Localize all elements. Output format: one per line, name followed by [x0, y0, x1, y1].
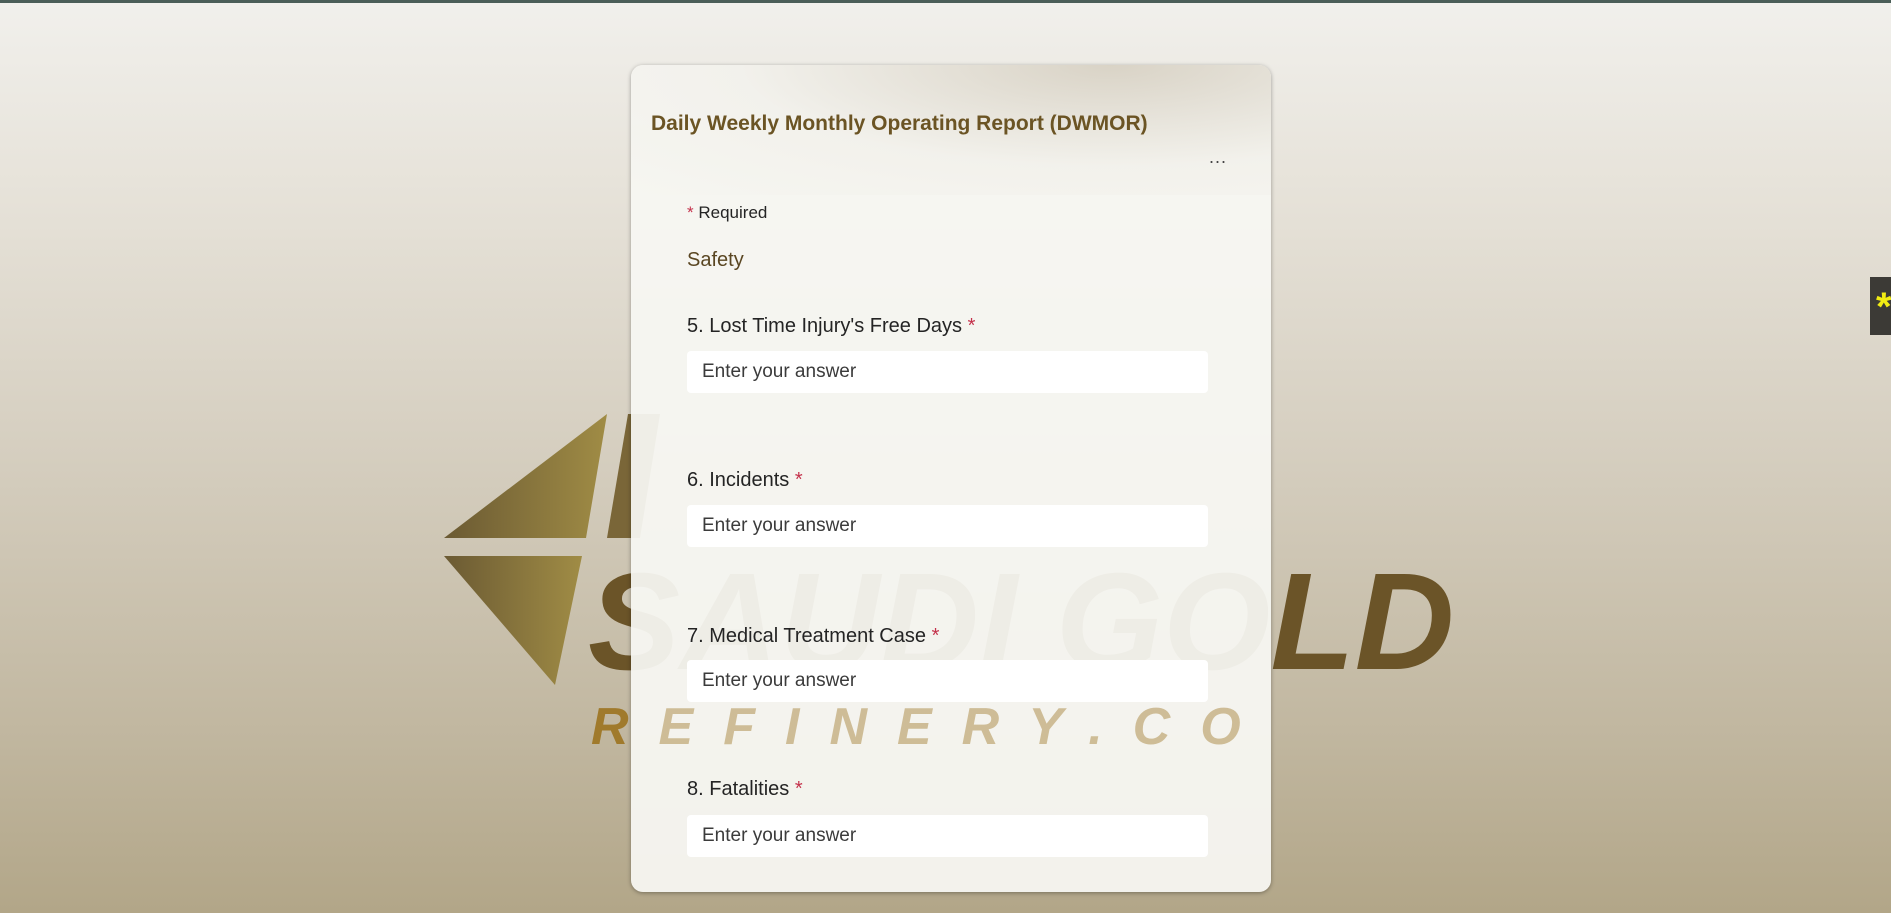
side-widget-button[interactable]: *: [1870, 277, 1891, 335]
question-label: 7. Medical Treatment Case *: [687, 625, 939, 648]
question-text: 7. Medical Treatment Case: [687, 625, 926, 647]
question-label: 5. Lost Time Injury's Free Days *: [687, 315, 975, 338]
form-card: Daily Weekly Monthly Operating Report (D…: [631, 65, 1271, 892]
medical-treatment-case-input[interactable]: [687, 660, 1208, 702]
question-text: 8. Fatalities: [687, 778, 790, 800]
required-label: Required: [698, 203, 768, 222]
required-star: *: [687, 203, 694, 222]
section-title: Safety: [687, 249, 744, 271]
question-text: 5. Lost Time Injury's Free Days: [687, 315, 963, 337]
question-label: 8. Fatalities *: [687, 778, 803, 801]
required-note: * Required: [687, 203, 767, 223]
question-label: 6. Incidents *: [687, 469, 803, 492]
question-text: 6. Incidents: [687, 469, 790, 491]
fatalities-input[interactable]: [687, 815, 1208, 857]
required-star: *: [794, 469, 803, 491]
required-star: *: [794, 778, 803, 800]
required-star: *: [931, 625, 940, 647]
logo-triangle-bottom: [444, 556, 582, 685]
more-options-button[interactable]: ...: [1209, 147, 1227, 168]
lost-time-injury-free-days-input[interactable]: [687, 351, 1208, 393]
required-star: *: [967, 315, 976, 337]
form-title: Daily Weekly Monthly Operating Report (D…: [651, 112, 1148, 135]
asterisk-icon: *: [1876, 285, 1891, 329]
logo-triangle-top: [444, 414, 607, 538]
incidents-input[interactable]: [687, 505, 1208, 547]
